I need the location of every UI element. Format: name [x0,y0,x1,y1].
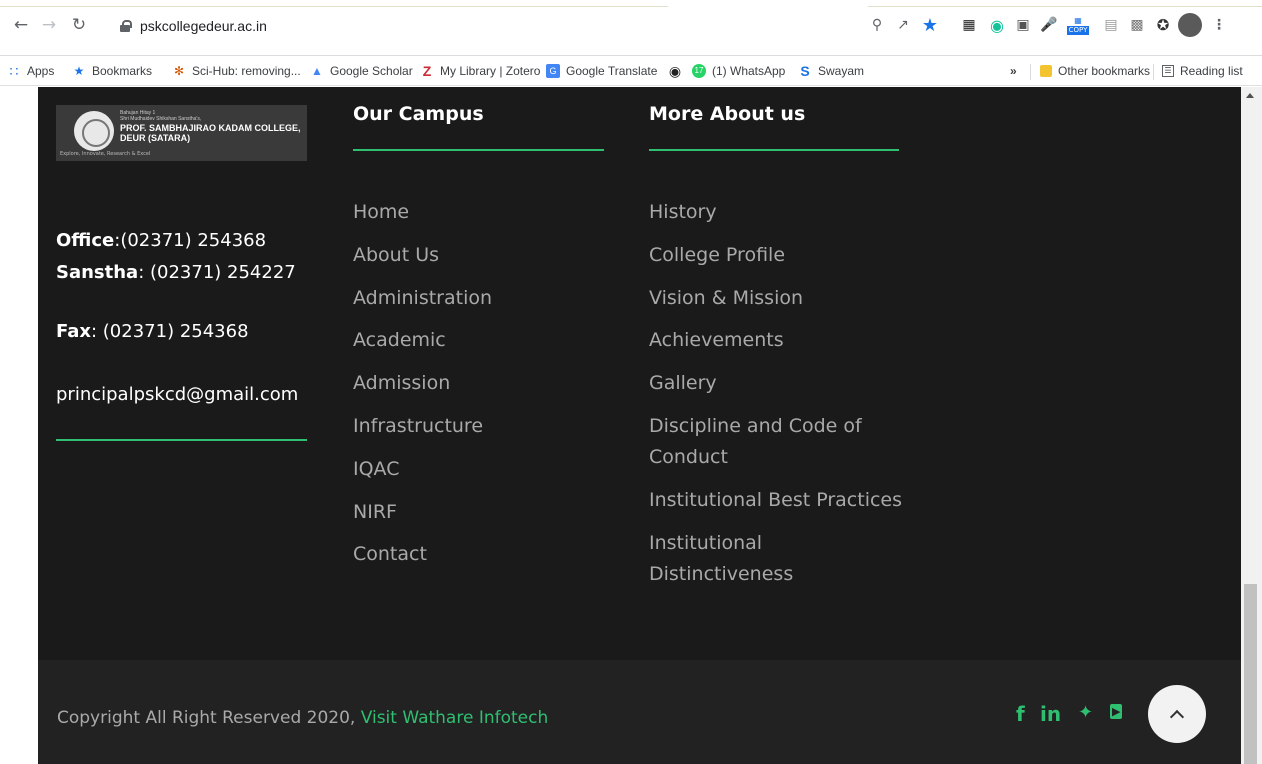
menu-kebab-icon[interactable]: ⋮ [1208,14,1230,36]
link-infrastructure[interactable]: Infrastructure [353,405,492,448]
bookmarks-overflow[interactable]: » [1010,62,1017,80]
about-links: History College Profile Vision & Mission… [649,197,909,601]
microphone-icon[interactable]: 🎤 [1038,14,1060,36]
link-gallery[interactable]: Gallery [649,368,909,399]
star-icon: ★ [73,64,85,78]
bookmark-github[interactable]: ◉ [668,62,688,80]
sanstha-phone: Sanstha: (02371) 254227 [56,262,296,283]
browser-toolbar: ← → ↻ pskcollegedeur.ac.in ⚲ ↗ ★ ▦ ◉ ▣ 🎤… [0,0,1262,56]
bookmark-apps[interactable]: ∷ Apps [7,62,55,80]
copy-extension-icon[interactable]: ▦ COPY [1064,14,1092,36]
bookmark-swayam[interactable]: S Swayam [798,62,864,80]
contact-divider [56,439,307,441]
page-scrollbar[interactable] [1241,87,1262,764]
campus-divider [353,149,604,151]
whatsapp-icon: 17 [692,64,706,78]
bookmark-star-icon[interactable]: ★ [919,14,941,36]
share-icon[interactable]: ↗ [892,14,914,36]
puzzle-extension-icon[interactable]: ▩ [1126,14,1148,36]
link-achievements[interactable]: Achievements [649,325,909,356]
link-academic[interactable]: Academic [353,319,492,362]
link-about-us[interactable]: About Us [353,234,492,277]
developer-link[interactable]: Visit Wathare Infotech [361,708,549,728]
link-administration[interactable]: Administration [353,277,492,320]
other-bookmarks[interactable]: Other bookmarks [1040,62,1150,80]
bookmark-bookmarks[interactable]: ★ Bookmarks [72,62,152,80]
folder-icon [1040,65,1052,77]
about-title: More About us [649,103,806,125]
copyright-bar: Copyright All Right Reserved 2020, Visit… [38,660,1241,764]
grammarly-icon[interactable]: ◉ [986,14,1008,36]
forward-arrow-icon[interactable]: → [36,12,62,38]
office-phone: Office:(02371) 254368 [56,230,267,251]
link-college-profile[interactable]: College Profile [649,240,909,271]
copy-badge: COPY [1066,25,1090,35]
copyright-text: Copyright All Right Reserved 2020, Visit… [57,708,549,728]
scholar-icon: ▲ [311,64,323,78]
translate-icon: G [546,64,560,78]
extension-square-icon[interactable]: ▣ [1012,14,1034,36]
link-admission[interactable]: Admission [353,362,492,405]
scrollbar-thumb[interactable] [1244,584,1257,764]
footer-section: Bahujan Hitay 1 Shri Mudhaidev Shikshan … [38,87,1241,764]
extensions-puzzle-icon[interactable]: ✪ [1152,14,1174,36]
reload-icon[interactable]: ↻ [66,12,92,38]
bookmarks-bar: ∷ Apps ★ Bookmarks ✻ Sci-Hub: removing... ▲… [0,56,1262,86]
github-icon: ◉ [668,63,682,79]
swayam-icon: S [800,63,810,79]
campus-links: Home About Us Administration Academic Ad… [353,191,492,576]
notes-extension-icon[interactable]: ▤ [1100,14,1122,36]
facebook-icon[interactable]: f [1016,702,1025,726]
bookmark-google-scholar[interactable]: ▲ Google Scholar [310,62,413,80]
link-nirf[interactable]: NIRF [353,491,492,534]
scihub-icon: ✻ [173,64,185,78]
address-bar[interactable]: pskcollegedeur.ac.in [108,14,958,38]
bookmark-zotero[interactable]: Z My Library | Zotero [420,62,541,80]
bookmark-scihub[interactable]: ✻ Sci-Hub: removing... [172,62,301,80]
scroll-to-top-button[interactable] [1148,685,1206,743]
link-iqac[interactable]: IQAC [353,448,492,491]
link-vision-mission[interactable]: Vision & Mission [649,283,909,314]
link-discipline-code[interactable]: Discipline and Code of Conduct [649,411,909,473]
qr-code-icon[interactable]: ▦ [958,14,980,36]
about-divider [649,149,899,151]
reading-list-icon: ☰ [1162,65,1174,77]
zoom-icon[interactable]: ⚲ [866,14,888,36]
back-arrow-icon[interactable]: ← [8,12,34,38]
email-link[interactable]: principalpskcd@gmail.com [56,384,298,405]
campus-title: Our Campus [353,103,484,125]
linkedin-icon[interactable]: in [1040,702,1061,726]
link-history[interactable]: History [649,197,909,228]
link-contact[interactable]: Contact [353,533,492,576]
reading-list[interactable]: ☰ Reading list [1162,62,1243,80]
twitter-icon[interactable]: ✦ [1078,702,1093,723]
bookmark-whatsapp[interactable]: 17 (1) WhatsApp [692,62,785,80]
fax-number: Fax: (02371) 254368 [56,321,249,342]
college-emblem-icon [74,111,114,151]
profile-avatar[interactable] [1178,13,1202,37]
lock-icon [120,20,132,32]
youtube-icon[interactable]: ▶ [1110,704,1123,719]
college-logo[interactable]: Bahujan Hitay 1 Shri Mudhaidev Shikshan … [56,105,307,161]
apps-grid-icon: ∷ [9,63,19,79]
scroll-up-arrow-icon[interactable] [1246,93,1254,98]
zotero-icon: Z [422,63,432,79]
url-text: pskcollegedeur.ac.in [140,18,267,34]
link-distinctiveness[interactable]: Institutional Distinctiveness [649,528,909,590]
bookmark-google-translate[interactable]: G Google Translate [546,62,657,80]
link-best-practices[interactable]: Institutional Best Practices [649,485,909,516]
tab-strip-edge [0,0,1262,9]
link-home[interactable]: Home [353,191,492,234]
